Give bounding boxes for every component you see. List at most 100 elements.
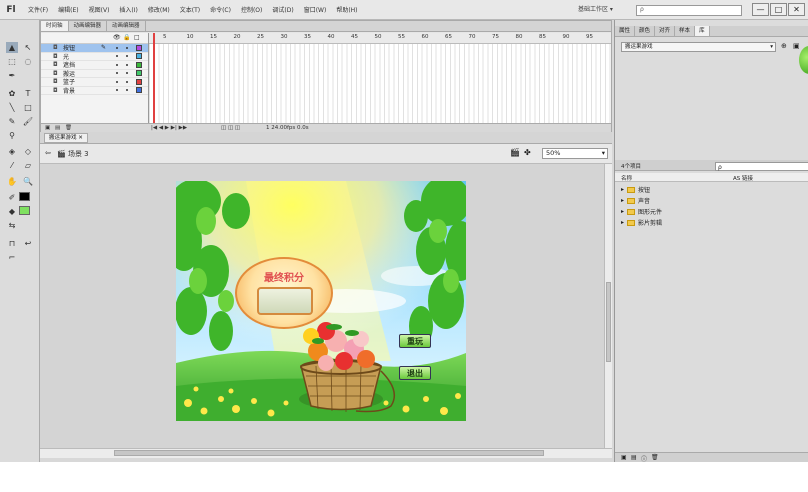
layer-outline-color[interactable] [136, 53, 142, 60]
library-item[interactable]: ▸ 影片剪辑 [621, 218, 662, 227]
delete-icon[interactable]: 🗑 [651, 454, 659, 461]
menu-insert[interactable]: 插入(I) [114, 5, 142, 14]
visible-dot[interactable] [116, 80, 118, 83]
new-folder-icon[interactable]: ▤ [55, 125, 60, 131]
eyedropper-tool-icon[interactable]: ⁄ [6, 160, 18, 171]
zoom-select[interactable]: 50% ▾ [542, 148, 608, 159]
free-transform-tool-icon[interactable]: ⬚ [6, 56, 18, 67]
minimize-button[interactable]: — [752, 3, 769, 16]
swap-colors-icon[interactable]: ⇆ [6, 220, 18, 231]
delete-layer-icon[interactable]: 🗑 [65, 125, 72, 131]
rectangle-tool-icon[interactable]: □ [22, 102, 34, 113]
scroll-thumb[interactable] [114, 450, 544, 456]
layer-row[interactable]: ◘ 按钮 ✎ [41, 44, 148, 53]
menu-modify[interactable]: 修改(M) [143, 5, 175, 14]
visible-dot[interactable] [116, 72, 118, 75]
lock-dot[interactable] [126, 55, 128, 58]
layer-outline-color[interactable] [136, 87, 142, 94]
scene-breadcrumb[interactable]: 🎬 场景 3 [57, 149, 89, 159]
tab-swatches[interactable]: 样本 [675, 26, 696, 36]
straighten-icon[interactable]: ⌐ [6, 252, 18, 263]
layer-row[interactable]: ◘ 篮子 [41, 78, 148, 87]
menu-view[interactable]: 视图(V) [84, 5, 115, 14]
horizontal-scrollbar[interactable] [40, 448, 612, 458]
lock-dot[interactable] [126, 46, 128, 49]
document-tab[interactable]: 搬运果游戏 ✕ [44, 133, 88, 143]
show-hide-all-icon[interactable]: 👁 [113, 34, 121, 41]
lock-all-icon[interactable]: 🔒 [123, 34, 130, 41]
frame-ruler[interactable]: 5 10 15 20 25 30 35 40 45 50 55 60 65 70 75 80 85 90 95 [149, 33, 611, 44]
menu-window[interactable]: 窗口(W) [299, 5, 332, 14]
properties-icon[interactable]: ⓘ [641, 454, 647, 463]
tab-color[interactable]: 颜色 [635, 26, 656, 36]
new-library-icon[interactable]: ▣ [793, 42, 800, 50]
tab-library[interactable]: 库 [695, 26, 710, 36]
deco-tool-icon[interactable]: ✿ [6, 88, 18, 99]
outline-all-icon[interactable]: □ [134, 34, 140, 41]
bone-tool-icon[interactable]: ⚲ [6, 130, 18, 141]
brush-tool-icon[interactable]: 🖌 [22, 116, 34, 127]
edit-scene-icon[interactable]: 🎬 [510, 148, 520, 157]
exit-button[interactable]: 退出 [399, 366, 431, 380]
layer-outline-color[interactable] [136, 70, 142, 77]
tab-motion-editor-2[interactable]: 动画编辑器 [107, 21, 146, 31]
ink-bottle-tool-icon[interactable]: ◇ [22, 146, 34, 157]
tab-motion-editor[interactable]: 动画编辑器 [69, 21, 108, 31]
subselection-tool-icon[interactable]: ↖ [22, 42, 34, 53]
document-select[interactable]: 搬运果游戏 ▾ [621, 42, 776, 52]
layer-row[interactable]: ◘ 搬运 [41, 70, 148, 78]
expand-arrow-icon[interactable]: ▸ [621, 219, 624, 226]
text-tool-icon[interactable]: T [22, 88, 34, 99]
layer-row[interactable]: ◘ 遮挡 [41, 61, 148, 70]
new-symbol-icon[interactable]: ▣ [621, 454, 627, 461]
library-item[interactable]: ▸ 声音 [621, 196, 650, 205]
visible-dot[interactable] [116, 55, 118, 58]
stage-canvas[interactable]: 最终积分 重玩 退出 [176, 181, 466, 421]
menu-file[interactable]: 文件(F) [23, 5, 53, 14]
edit-symbol-icon[interactable]: ✤ [524, 148, 531, 157]
workspace-switcher[interactable]: 基础工作区 ▾ [578, 4, 613, 13]
tab-properties[interactable]: 属性 [615, 26, 636, 36]
menu-commands[interactable]: 命令(C) [205, 5, 236, 14]
stroke-color-swatch[interactable] [19, 192, 30, 201]
menu-edit[interactable]: 编辑(E) [53, 5, 83, 14]
back-arrow-icon[interactable]: ⇦ [45, 149, 51, 157]
column-name[interactable]: 名称 [621, 174, 632, 182]
menu-control[interactable]: 控制(O) [236, 5, 267, 14]
expand-arrow-icon[interactable]: ▸ [621, 208, 624, 215]
playhead[interactable] [153, 33, 155, 123]
lock-dot[interactable] [126, 89, 128, 92]
column-linkage[interactable]: AS 链接 [733, 174, 753, 182]
lock-dot[interactable] [126, 63, 128, 66]
new-layer-icon[interactable]: ▣ [45, 125, 50, 131]
visible-dot[interactable] [116, 63, 118, 66]
snap-to-objects-icon[interactable]: ⊓ [6, 238, 18, 249]
layer-outline-color[interactable] [136, 61, 142, 68]
layer-outline-color[interactable] [136, 78, 142, 85]
eraser-tool-icon[interactable]: ▱ [22, 160, 34, 171]
visible-dot[interactable] [116, 89, 118, 92]
line-tool-icon[interactable]: ╲ [6, 102, 18, 113]
visible-dot[interactable] [116, 46, 118, 49]
pen-tool-icon[interactable]: ✒ [6, 70, 18, 81]
hand-tool-icon[interactable]: ✋ [6, 176, 18, 187]
tab-align[interactable]: 对齐 [655, 26, 676, 36]
frame-grid[interactable]: 5 10 15 20 25 30 35 40 45 50 55 60 65 70 75 80 85 90 95 [149, 33, 611, 123]
vertical-scrollbar[interactable] [604, 164, 612, 448]
layer-row[interactable]: ◘ 光 [41, 53, 148, 61]
restart-button[interactable]: 重玩 [399, 334, 431, 348]
library-search-input[interactable]: ρ [715, 162, 808, 171]
tab-timeline[interactable]: 时间轴 [41, 21, 69, 31]
scroll-thumb[interactable] [606, 282, 611, 362]
paint-bucket-tool-icon[interactable]: ◈ [6, 146, 18, 157]
menu-text[interactable]: 文本(T) [175, 5, 205, 14]
zoom-tool-icon[interactable]: 🔍 [22, 176, 34, 187]
help-search-input[interactable]: ρ [636, 5, 742, 16]
fill-color-swatch[interactable] [19, 206, 30, 215]
lock-dot[interactable] [126, 72, 128, 75]
expand-arrow-icon[interactable]: ▸ [621, 186, 624, 193]
menu-help[interactable]: 帮助(H) [331, 5, 362, 14]
menu-debug[interactable]: 调试(D) [267, 5, 298, 14]
pin-icon[interactable]: ⊕ [781, 42, 787, 50]
close-button[interactable]: ✕ [788, 3, 805, 16]
